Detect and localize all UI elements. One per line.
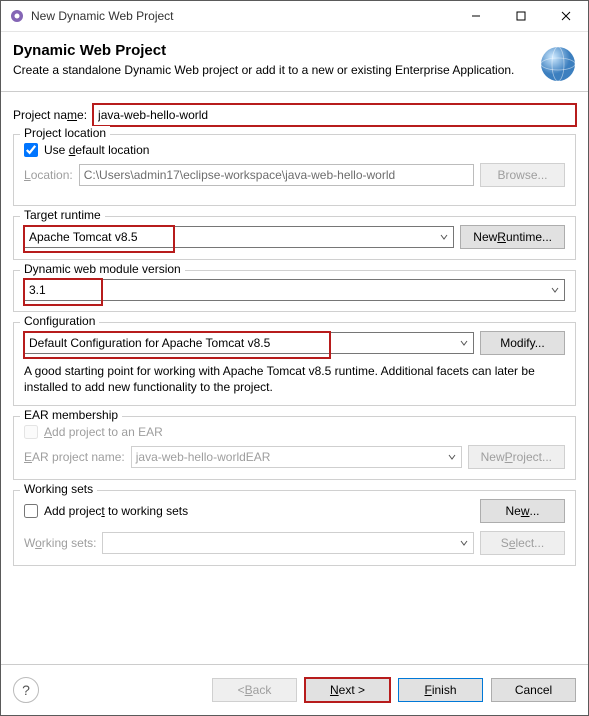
- add-to-working-sets-checkbox[interactable]: [24, 504, 38, 518]
- location-label: Location:: [24, 168, 73, 182]
- project-name-row: Project name:: [13, 104, 576, 126]
- configuration-description: A good starting point for working with A…: [24, 363, 565, 395]
- wizard-footer: ? < Back Next > Finish Cancel: [1, 664, 588, 715]
- chevron-down-icon: [546, 280, 564, 300]
- working-sets-dropdown: [102, 532, 474, 554]
- wizard-banner: Dynamic Web Project Create a standalone …: [1, 32, 588, 92]
- working-sets-select-button: Select...: [480, 531, 565, 555]
- cancel-button[interactable]: Cancel: [491, 678, 576, 702]
- chevron-down-icon: [455, 533, 473, 553]
- globe-icon: [532, 38, 580, 89]
- ear-membership-group: EAR membership Add project to an EAR EAR…: [13, 416, 576, 480]
- target-runtime-dropdown[interactable]: Apache Tomcat v8.5: [24, 226, 454, 248]
- maximize-button[interactable]: [498, 1, 543, 31]
- location-input: [79, 164, 474, 186]
- help-icon[interactable]: ?: [13, 677, 39, 703]
- back-button: < Back: [212, 678, 297, 702]
- ear-name-value: java-web-hello-worldEAR: [136, 450, 271, 464]
- ear-name-dropdown: java-web-hello-worldEAR: [131, 446, 462, 468]
- ear-new-project-button: New Project...: [468, 445, 565, 469]
- add-to-working-sets-label: Add project to working sets: [44, 504, 188, 518]
- project-location-legend: Project location: [20, 126, 110, 140]
- module-version-dropdown[interactable]: 3.1: [24, 279, 565, 301]
- ear-membership-legend: EAR membership: [20, 408, 122, 422]
- working-sets-legend: Working sets: [20, 482, 97, 496]
- target-runtime-group: Target runtime Apache Tomcat v8.5 New Ru…: [13, 216, 576, 260]
- working-sets-label: Working sets:: [24, 536, 96, 550]
- window-title: New Dynamic Web Project: [31, 9, 453, 23]
- configuration-group: Configuration Default Configuration for …: [13, 322, 576, 406]
- target-runtime-value: Apache Tomcat v8.5: [29, 230, 138, 244]
- project-name-input[interactable]: [93, 104, 576, 126]
- finish-button[interactable]: Finish: [398, 678, 483, 702]
- working-sets-new-button[interactable]: New...: [480, 499, 565, 523]
- window-controls: [453, 1, 588, 31]
- title-bar[interactable]: New Dynamic Web Project: [1, 1, 588, 32]
- add-to-ear-checkbox: [24, 425, 38, 439]
- banner-heading: Dynamic Web Project: [13, 42, 576, 59]
- add-to-ear-label: Add project to an EAR: [44, 425, 163, 439]
- project-location-group: Project location Use default location Lo…: [13, 134, 576, 206]
- close-button[interactable]: [543, 1, 588, 31]
- chevron-down-icon: [435, 227, 453, 247]
- configuration-value: Default Configuration for Apache Tomcat …: [29, 336, 270, 350]
- chevron-down-icon: [455, 333, 473, 353]
- ear-name-label: EAR project name:: [24, 450, 125, 464]
- chevron-down-icon: [443, 447, 461, 467]
- next-button[interactable]: Next >: [305, 678, 390, 702]
- use-default-location-label: Use default location: [44, 143, 149, 157]
- target-runtime-legend: Target runtime: [20, 208, 105, 222]
- browse-button: Browse...: [480, 163, 565, 187]
- minimize-button[interactable]: [453, 1, 498, 31]
- module-version-value: 3.1: [29, 283, 46, 297]
- modify-button[interactable]: Modify...: [480, 331, 565, 355]
- new-runtime-button[interactable]: New Runtime...: [460, 225, 565, 249]
- module-version-legend: Dynamic web module version: [20, 262, 185, 276]
- app-icon: [9, 8, 25, 24]
- configuration-dropdown[interactable]: Default Configuration for Apache Tomcat …: [24, 332, 474, 354]
- module-version-group: Dynamic web module version 3.1: [13, 270, 576, 312]
- configuration-legend: Configuration: [20, 314, 99, 328]
- banner-subtext: Create a standalone Dynamic Web project …: [13, 63, 576, 77]
- dialog-window: New Dynamic Web Project Dynamic Web Proj…: [0, 0, 589, 716]
- use-default-location-checkbox[interactable]: [24, 143, 38, 157]
- working-sets-group: Working sets Add project to working sets…: [13, 490, 576, 566]
- content-area: Project name: Project location Use defau…: [1, 92, 588, 664]
- project-name-label: Project name:: [13, 108, 87, 122]
